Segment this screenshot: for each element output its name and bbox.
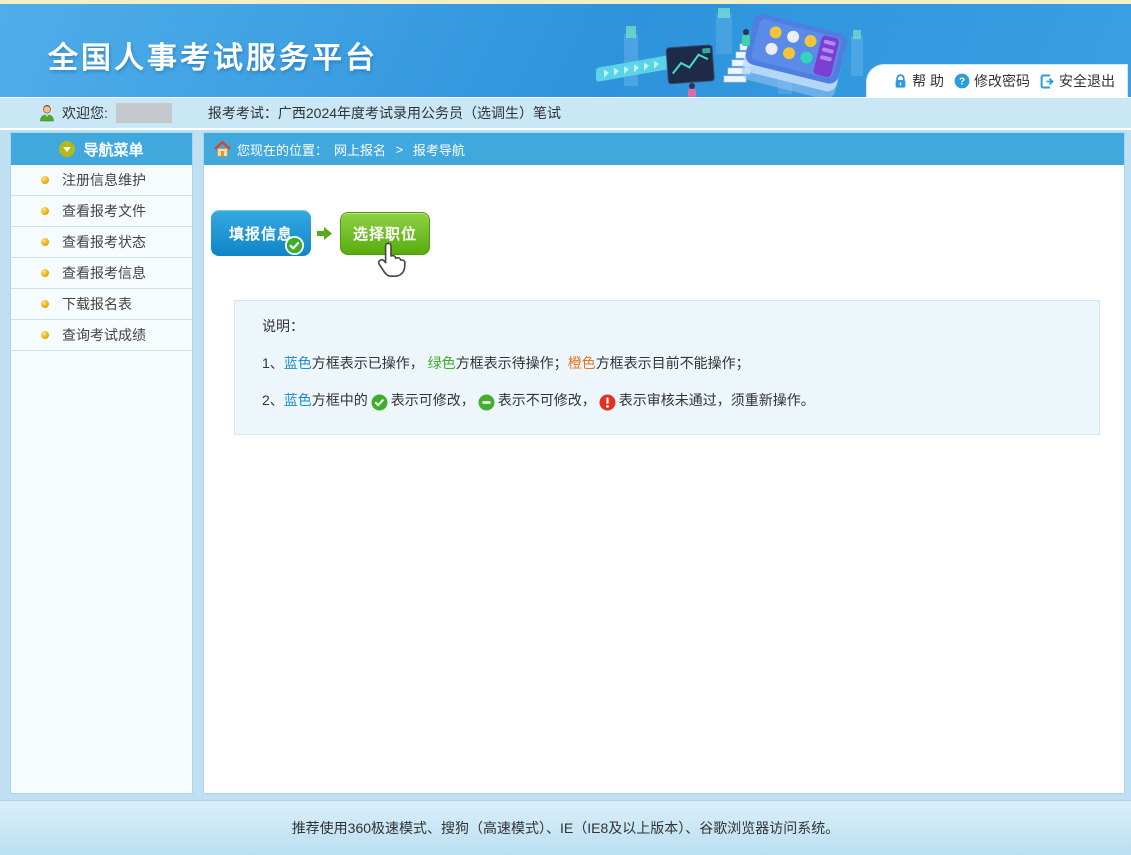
app-header: 全国人事考试服务平台 (0, 4, 1131, 97)
sidebar-item-label: 下载报名表 (62, 294, 132, 314)
footer-text: 推荐使用360极速模式、搜狗（高速模式）、IE（IE8及以上版本）、谷歌浏览器访… (292, 818, 840, 838)
breadcrumb: 您现在的位置： 网上报名 > 报考导航 (204, 133, 1124, 165)
welcome-greeting: 欢迎您: (62, 103, 108, 123)
sidebar-item-label: 查询考试成绩 (62, 325, 146, 345)
content-area: 导航菜单 注册信息维护 查看报考文件 查看报考状态 查看报考信息 下载报名表 查… (0, 130, 1131, 800)
main-content: 填报信息 选择职位 说明： (204, 165, 1124, 793)
sidebar-header: 导航菜单 (11, 133, 192, 165)
header-links-panel: 帮 助 ? 修改密码 安全退出 (866, 64, 1128, 97)
bullet-icon (41, 238, 49, 246)
sidebar-item-label: 查看报考文件 (62, 201, 146, 221)
user-avatar-icon (38, 104, 56, 122)
flow-steps: 填报信息 选择职位 (211, 209, 1124, 257)
logout-link[interactable]: 安全退出 (1040, 71, 1115, 91)
breadcrumb-separator: > (392, 142, 407, 157)
line1-text: 方框表示待操作； (456, 353, 568, 373)
welcome-bar: 欢迎您: 报考考试：广西2024年度考试录用公务员（选调生）笔试 (0, 97, 1131, 130)
line2-text: 表示不可修改， (498, 390, 596, 410)
breadcrumb-label: 您现在的位置： (237, 140, 328, 159)
sidebar-item-label: 查看报考信息 (62, 263, 146, 283)
change-password-link-label: 修改密码 (974, 71, 1030, 91)
breadcrumb-current: 报考导航 (413, 140, 465, 159)
line2-text: 表示审核未通过，须重新操作。 (619, 390, 815, 410)
not-modifiable-minus-icon (478, 394, 495, 411)
bullet-icon (41, 331, 49, 339)
question-icon: ? (954, 73, 970, 89)
home-icon (214, 141, 231, 157)
lock-icon (893, 74, 908, 89)
check-badge-icon (285, 236, 304, 255)
line2-text: 方框中的 (312, 390, 368, 410)
instructions-box: 说明： 1、蓝色方框表示已操作， 绿色方框表示待操作；橙色方框表示目前不能操作；… (234, 300, 1100, 435)
line2-number: 2、 (262, 390, 284, 410)
line1-orange-word: 橙色 (568, 353, 596, 373)
modifiable-check-icon (371, 394, 388, 411)
bullet-icon (41, 300, 49, 308)
help-link-label: 帮 助 (912, 71, 944, 91)
change-password-link[interactable]: ? 修改密码 (954, 71, 1030, 91)
sidebar-item-download-form[interactable]: 下载报名表 (11, 289, 192, 320)
page-footer: 推荐使用360极速模式、搜狗（高速模式）、IE（IE8及以上版本）、谷歌浏览器访… (0, 800, 1131, 855)
logout-link-label: 安全退出 (1059, 71, 1115, 91)
line1-text: 方框表示目前不能操作； (596, 353, 750, 373)
sidebar-title: 导航菜单 (83, 139, 143, 160)
svg-text:?: ? (959, 77, 965, 88)
instructions-line-2: 2、蓝色方框中的 表示可修改， 表示不可修改， (262, 390, 1079, 410)
sidebar-nav: 导航菜单 注册信息维护 查看报考文件 查看报考状态 查看报考信息 下载报名表 查… (10, 132, 193, 794)
chevron-down-icon (59, 141, 75, 157)
sidebar-item-view-exam-files[interactable]: 查看报考文件 (11, 196, 192, 227)
sidebar-item-query-scores[interactable]: 查询考试成绩 (11, 320, 192, 351)
sidebar-item-register-info[interactable]: 注册信息维护 (11, 165, 192, 196)
breadcrumb-section: 网上报名 (334, 140, 386, 159)
sidebar-item-view-exam-status[interactable]: 查看报考状态 (11, 227, 192, 258)
line2-text: 表示可修改， (391, 390, 475, 410)
select-position-button[interactable]: 选择职位 (340, 212, 430, 255)
line2-blue-word: 蓝色 (284, 390, 312, 410)
fill-info-button[interactable]: 填报信息 (211, 210, 311, 256)
line1-text: 方框表示已操作， (312, 353, 428, 373)
hand-cursor-icon (373, 239, 407, 279)
arrow-right-icon (316, 225, 333, 242)
exit-icon (1040, 74, 1055, 89)
page-title: 全国人事考试服务平台 (48, 33, 378, 77)
bullet-icon (41, 176, 49, 184)
sidebar-item-label: 查看报考状态 (62, 232, 146, 252)
line1-green-word: 绿色 (428, 353, 456, 373)
instructions-line-1: 1、蓝色方框表示已操作， 绿色方框表示待操作；橙色方框表示目前不能操作； (262, 353, 1079, 373)
sidebar-filler (11, 351, 192, 793)
help-link[interactable]: 帮 助 (893, 71, 944, 91)
exam-title: 报考考试：广西2024年度考试录用公务员（选调生）笔试 (208, 103, 561, 123)
sidebar-item-view-exam-info[interactable]: 查看报考信息 (11, 258, 192, 289)
review-failed-alert-icon (599, 394, 616, 411)
bullet-icon (41, 269, 49, 277)
user-name-redacted (116, 103, 172, 123)
header-illustration (596, 6, 906, 97)
sidebar-item-label: 注册信息维护 (62, 170, 146, 190)
line1-number: 1、 (262, 353, 284, 373)
line1-blue-word: 蓝色 (284, 353, 312, 373)
select-position-button-label: 选择职位 (353, 223, 417, 244)
fill-info-button-label: 填报信息 (229, 223, 293, 244)
bullet-icon (41, 207, 49, 215)
main-panel: 您现在的位置： 网上报名 > 报考导航 填报信息 选择职位 (203, 132, 1125, 794)
instructions-title: 说明： (262, 316, 1079, 336)
